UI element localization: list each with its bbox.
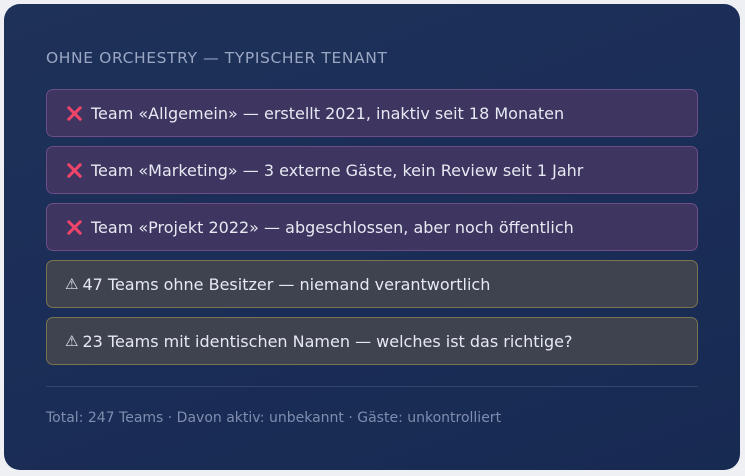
tenant-status-card: OHNE ORCHESTRY — TYPISCHER TENANT Team «… <box>4 4 740 470</box>
summary-footer: Total: 247 Teams · Davon aktiv: unbekann… <box>46 410 502 426</box>
issue-row-identische-namen: ⚠ 23 Teams mit identischen Namen — welch… <box>46 317 698 365</box>
issue-text: Team «Allgemein» — erstellt 2021, inakti… <box>91 103 565 123</box>
issue-text: Team «Projekt 2022» — abgeschlossen, abe… <box>91 217 574 237</box>
issue-row-ohne-besitzer: ⚠ 47 Teams ohne Besitzer — niemand veran… <box>46 260 698 308</box>
issue-list: Team «Allgemein» — erstellt 2021, inakti… <box>46 89 698 374</box>
issue-text: 23 Teams mit identischen Namen — welches… <box>82 331 573 351</box>
issue-row-marketing: Team «Marketing» — 3 externe Gäste, kein… <box>46 146 698 194</box>
panel-heading: OHNE ORCHESTRY — TYPISCHER TENANT <box>46 49 388 67</box>
issue-text: Team «Marketing» — 3 externe Gäste, kein… <box>91 160 584 180</box>
x-icon <box>66 162 83 179</box>
x-icon <box>66 105 83 122</box>
issue-row-projekt-2022: Team «Projekt 2022» — abgeschlossen, abe… <box>46 203 698 251</box>
warning-icon: ⚠ <box>65 332 79 350</box>
x-icon <box>66 219 83 236</box>
issue-text: 47 Teams ohne Besitzer — niemand verantw… <box>82 274 491 294</box>
warning-icon: ⚠ <box>65 275 79 293</box>
divider <box>46 386 698 387</box>
issue-row-allgemein: Team «Allgemein» — erstellt 2021, inakti… <box>46 89 698 137</box>
